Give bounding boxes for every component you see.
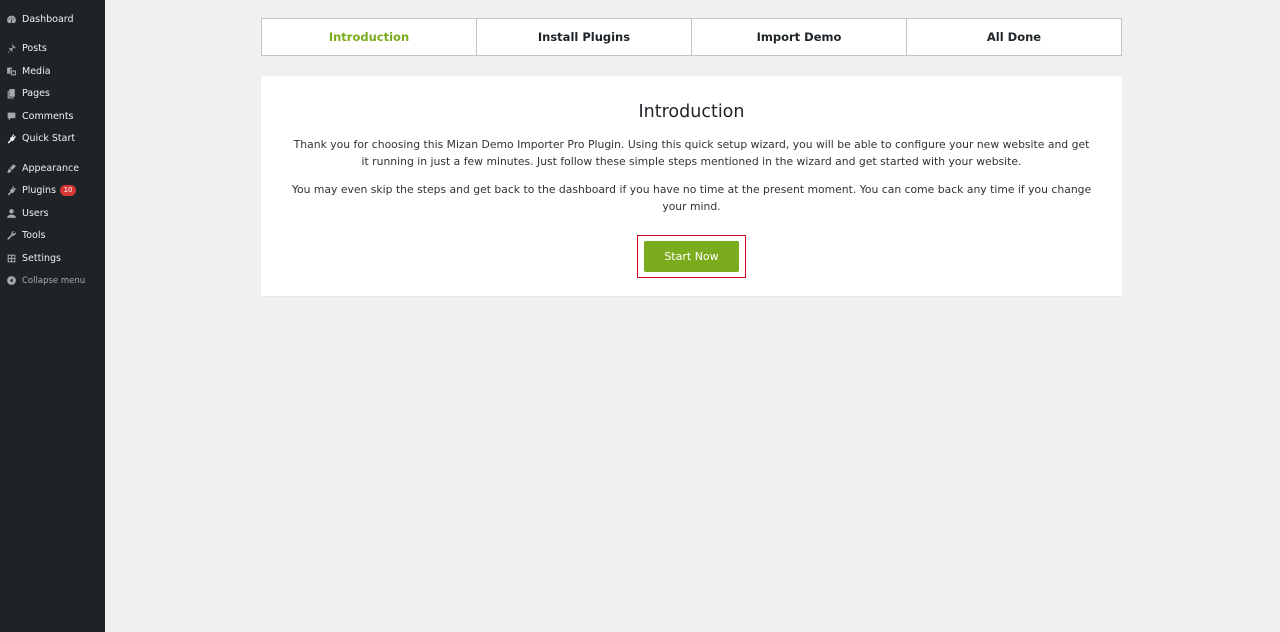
card-title: Introduction: [638, 102, 745, 122]
users-icon: [5, 207, 17, 219]
comments-icon: [5, 110, 17, 122]
sidebar-item-pages[interactable]: Pages: [0, 83, 105, 106]
sidebar-item-appearance[interactable]: Appearance: [0, 157, 105, 180]
wrench-icon: [5, 230, 17, 242]
sidebar-item-posts[interactable]: Posts: [0, 38, 105, 61]
start-now-button[interactable]: Start Now: [644, 241, 739, 272]
sidebar-item-tools[interactable]: Tools: [0, 225, 105, 248]
collapse-menu-button[interactable]: Collapse menu: [0, 270, 105, 293]
sidebar-item-label: Appearance: [22, 162, 80, 174]
sidebar-item-media[interactable]: Media: [0, 60, 105, 83]
sidebar-item-label: Comments: [22, 110, 74, 122]
settings-icon: [5, 252, 17, 264]
sidebar-item-label: Pages: [22, 88, 50, 100]
sidebar-item-label: Dashboard: [22, 13, 74, 25]
plug-icon: [5, 133, 17, 145]
plugins-update-count-badge: 10: [60, 185, 77, 197]
media-icon: [5, 65, 17, 77]
sidebar-item-quick-start[interactable]: Quick Start: [0, 128, 105, 151]
sidebar-item-label: Plugins: [22, 185, 57, 197]
pin-icon: [5, 43, 17, 55]
start-button-highlight: Start Now: [637, 235, 746, 278]
skip-paragraph: You may even skip the steps and get back…: [291, 183, 1092, 213]
step-tab-import-demo[interactable]: Import Demo: [691, 18, 907, 56]
sidebar-item-dashboard[interactable]: Dashboard: [0, 8, 105, 31]
sidebar-item-users[interactable]: Users: [0, 202, 105, 225]
introduction-card: Introduction Thank you for choosing this…: [261, 76, 1122, 296]
step-tab-install-plugins[interactable]: Install Plugins: [476, 18, 692, 56]
admin-sidebar: Dashboard Posts Media Pages Comments Qui…: [0, 0, 105, 632]
step-tab-introduction[interactable]: Introduction: [261, 18, 477, 56]
intro-paragraph: Thank you for choosing this Mizan Demo I…: [293, 138, 1090, 168]
collapse-icon: [5, 275, 17, 287]
step-tab-all-done[interactable]: All Done: [906, 18, 1122, 56]
wizard-steps: Introduction Install Plugins Import Demo…: [261, 18, 1122, 56]
sidebar-item-plugins[interactable]: Plugins 10: [0, 180, 105, 203]
brush-icon: [5, 162, 17, 174]
sidebar-item-label: Tools: [22, 230, 46, 242]
admin-menu: Dashboard Posts Media Pages Comments Qui…: [0, 0, 105, 292]
sidebar-item-label: Posts: [22, 43, 47, 55]
pages-icon: [5, 88, 17, 100]
sidebar-item-label: Users: [22, 207, 49, 219]
sidebar-item-label: Settings: [22, 252, 61, 264]
sidebar-item-label: Quick Start: [22, 133, 76, 145]
sidebar-item-settings[interactable]: Settings: [0, 247, 105, 270]
sidebar-item-comments[interactable]: Comments: [0, 105, 105, 128]
main-content: Introduction Install Plugins Import Demo…: [105, 0, 1280, 632]
dashboard-icon: [5, 13, 17, 25]
sidebar-item-label: Collapse menu: [22, 275, 86, 286]
plugins-icon: [5, 185, 17, 197]
sidebar-item-label: Media: [22, 65, 51, 77]
